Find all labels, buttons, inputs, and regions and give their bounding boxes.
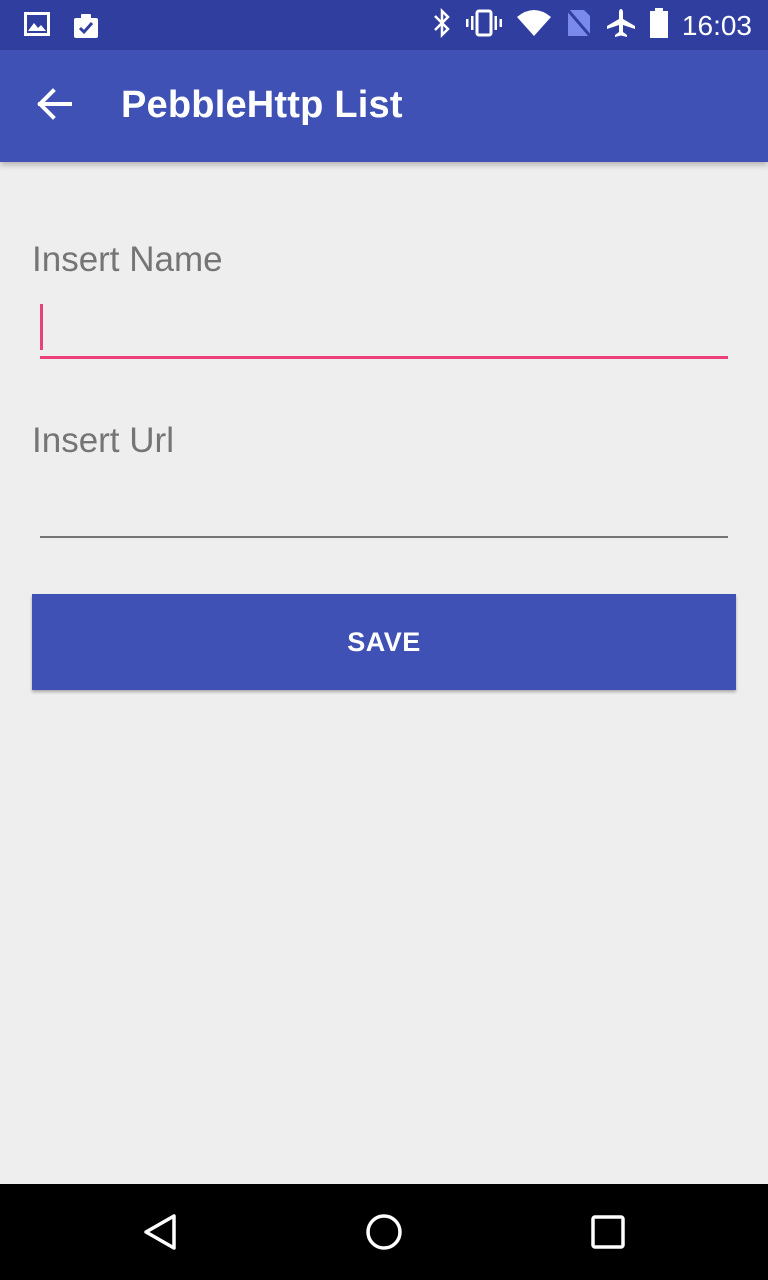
vibrate-icon [465, 9, 502, 42]
recents-square-icon[interactable] [588, 1212, 628, 1252]
navigation-bar [0, 1184, 768, 1280]
home-circle-icon[interactable] [364, 1212, 404, 1252]
image-icon [24, 12, 50, 45]
bluetooth-icon [432, 7, 452, 43]
status-right-icons: 16:03 [432, 7, 752, 43]
url-label: Insert Url [32, 421, 174, 460]
status-time: 16:03 [681, 9, 752, 41]
status-left-icons [24, 12, 100, 45]
battery-icon [649, 8, 668, 43]
airplane-icon [606, 8, 636, 43]
app-bar: PebbleHttp List [0, 50, 768, 162]
url-field[interactable] [40, 476, 728, 536]
url-field-underline [40, 536, 728, 538]
arrow-back-icon[interactable] [36, 88, 76, 124]
save-button[interactable]: SAVE [32, 594, 736, 690]
status-bar: 16:03 [0, 0, 768, 50]
name-field-underline [40, 356, 728, 359]
wifi-icon [516, 9, 552, 42]
name-field[interactable] [40, 298, 728, 358]
text-cursor [40, 304, 43, 350]
back-triangle-icon[interactable] [140, 1212, 180, 1252]
clipboard-check-icon [72, 12, 100, 45]
page-title: PebbleHttp List [121, 84, 403, 126]
name-label: Insert Name [32, 240, 223, 279]
no-sim-icon [565, 8, 593, 43]
